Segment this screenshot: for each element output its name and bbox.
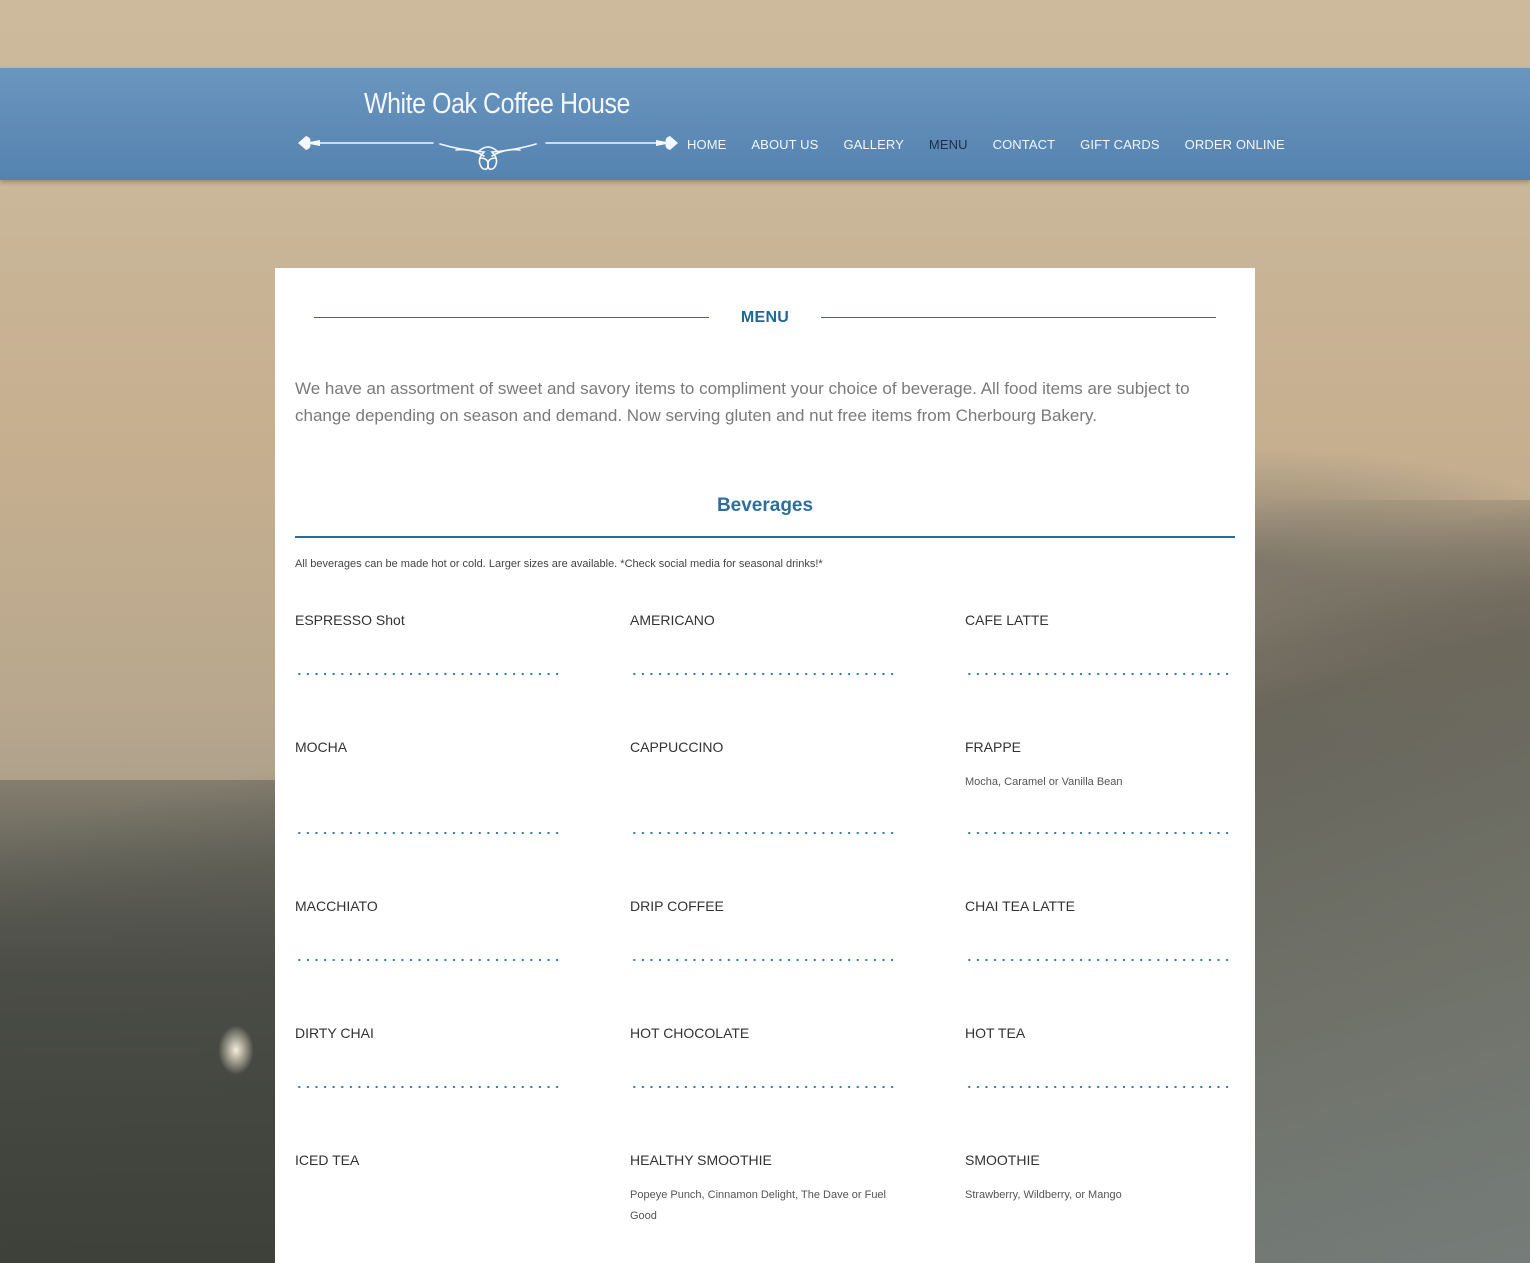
dotted-leader [630,958,898,962]
menu-item: AMERICANO [630,611,900,676]
site-header: White Oak Coffee House HOME ABOUT US GAL… [0,68,1530,180]
menu-item-name: HOT TEA [965,1025,1026,1041]
menu-item: CHAI TEA LATTE [965,897,1235,962]
menu-item-name: DRIP COFFEE [630,898,724,914]
nav-home[interactable]: HOME [687,137,726,152]
menu-item: MACCHIATO [295,897,565,962]
menu-item-name: MACCHIATO [295,898,378,914]
menu-item: MOCHA [295,738,565,835]
menu-item: CAPPUCCINO [630,738,900,835]
page-heading: MENU [314,308,1216,330]
site-title[interactable]: White Oak Coffee House [364,88,630,121]
background-light [218,1025,254,1075]
dotted-leader [965,958,1233,962]
menu-item-name: CAFE LATTE [965,612,1049,628]
dotted-leader [295,958,563,962]
menu-item: SMOOTHIE Strawberry, Wildberry, or Mango [965,1151,1235,1201]
background-shadow-right [1255,500,1530,1263]
dotted-leader [965,1085,1233,1089]
flourish-divider-icon [298,136,678,171]
dotted-leader [295,672,563,676]
menu-item-name: ICED TEA [295,1152,360,1168]
page-title: MENU [740,309,790,326]
menu-item-description: Popeye Punch, Cinnamon Delight, The Dave… [630,1189,886,1222]
menu-item: ICED TEA [295,1151,565,1169]
menu-item: DIRTY CHAI [295,1024,565,1089]
dotted-leader [295,1085,563,1089]
menu-item-name: MOCHA [295,739,348,755]
nav-menu[interactable]: MENU [929,137,968,152]
dotted-leader [630,831,898,835]
nav-order-online[interactable]: ORDER ONLINE [1185,137,1285,152]
menu-item-description: Strawberry, Wildberry, or Mango [965,1189,1122,1201]
menu-item-name: DIRTY CHAI [295,1025,374,1041]
dotted-leader [965,672,1233,676]
menu-item-name: CAPPUCCINO [630,739,724,755]
nav-about-us[interactable]: ABOUT US [751,137,818,152]
menu-item-name: HOT CHOCOLATE [630,1025,750,1041]
intro-text: We have an assortment of sweet and savor… [295,379,1190,425]
menu-item: HOT CHOCOLATE [630,1024,900,1089]
section-note: All beverages can be made hot or cold. L… [295,558,823,570]
menu-item-name: SMOOTHIE [965,1152,1040,1168]
menu-item-description: Mocha, Caramel or Vanilla Bean [965,776,1123,788]
nav-contact[interactable]: CONTACT [993,137,1056,152]
menu-item: DRIP COFFEE [630,897,900,962]
background-shadow-left [0,780,275,1263]
menu-item: HEALTHY SMOOTHIE Popeye Punch, Cinnamon D… [630,1151,900,1222]
section-title-beverages: Beverages [716,495,814,516]
main-nav: HOME ABOUT US GALLERY MENU CONTACT GIFT … [687,137,1310,152]
menu-item-name: AMERICANO [630,612,715,628]
dotted-leader [295,831,563,835]
dotted-leader [965,831,1233,835]
menu-item: ESPRESSO Shot [295,611,565,676]
menu-item: CAFE LATTE [965,611,1235,676]
menu-item: HOT TEA [965,1024,1235,1089]
menu-item-name: HEALTHY SMOOTHIE [630,1152,772,1168]
nav-gallery[interactable]: GALLERY [843,137,903,152]
menu-item-name: CHAI TEA LATTE [965,898,1075,914]
menu-item: FRAPPE Mocha, Caramel or Vanilla Bean [965,738,1235,835]
section-rule [295,536,1235,538]
menu-item-name: FRAPPE [965,739,1022,755]
dotted-leader [630,672,898,676]
dotted-leader [630,1085,898,1089]
menu-item-name: ESPRESSO Shot [295,612,405,628]
content-panel: MENU We have an assortment of sweet and … [275,268,1255,1263]
nav-gift-cards[interactable]: GIFT CARDS [1080,137,1160,152]
